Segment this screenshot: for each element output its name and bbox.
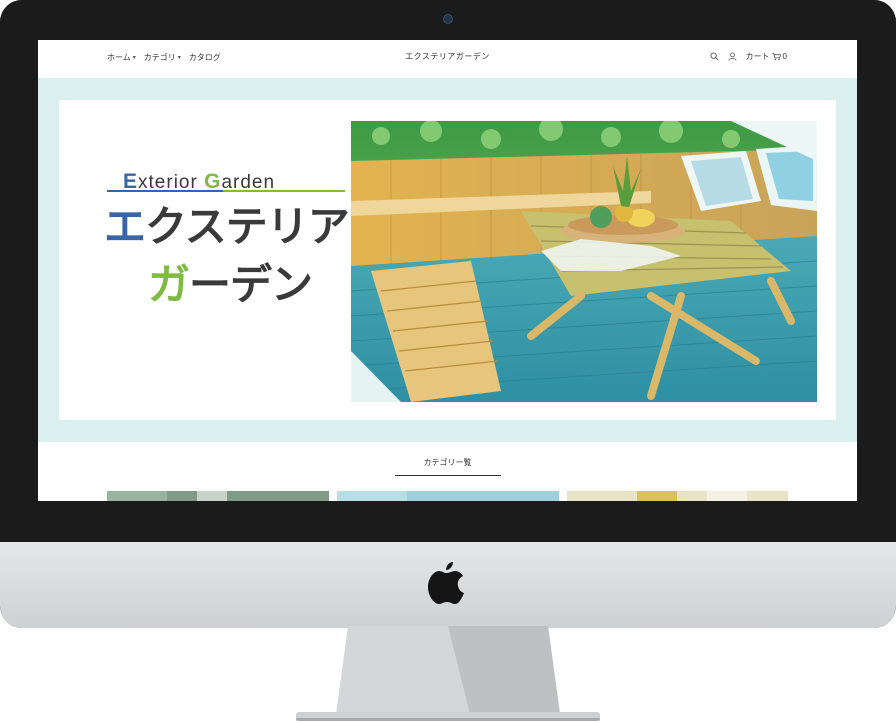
logo-jp-first-char: ガ (148, 260, 190, 309)
logo-japanese-line1: エクステリア (104, 193, 350, 254)
hero-banner: Exterior Garden エクステリア ガーデン (38, 78, 857, 442)
category-thumbnail[interactable] (567, 491, 788, 501)
logo-japanese-line2: ガーデン (148, 251, 313, 312)
cart-label: カート (745, 52, 770, 61)
cart-button[interactable]: カート 0 (746, 51, 787, 62)
hero-card[interactable]: Exterior Garden エクステリア ガーデン (59, 100, 836, 420)
apple-logo-icon (428, 562, 464, 604)
cart-icon (771, 52, 781, 61)
header-actions: カート 0 (709, 51, 787, 62)
search-icon[interactable] (709, 52, 719, 61)
logo-jp-first-char: エ (104, 202, 146, 251)
browser-screen: ホーム ▾ カテゴリ ▾ カタログ エクステリアガーデン カート 0 Exter… (38, 40, 857, 501)
section-underline (395, 475, 501, 476)
logo-rule-green (223, 190, 345, 192)
category-section-title: カテゴリー覧 (423, 458, 472, 467)
camera-icon (444, 15, 452, 23)
logo-jp-rest: ーデン (189, 260, 313, 309)
category-thumbnail[interactable] (107, 491, 329, 501)
category-thumbnail[interactable] (337, 491, 559, 501)
imac-monitor: ホーム ▾ カテゴリ ▾ カタログ エクステリアガーデン カート 0 Exter… (0, 0, 896, 628)
cart-count: 0 (782, 52, 787, 61)
logo-rule-blue (107, 190, 223, 192)
logo-jp-rest: クステリア (145, 202, 350, 251)
wooden-deck-photo (351, 121, 817, 402)
site-header: ホーム ▾ カテゴリ ▾ カタログ エクステリアガーデン カート 0 (38, 40, 857, 77)
monitor-stand (296, 626, 600, 721)
user-icon[interactable] (728, 52, 737, 61)
